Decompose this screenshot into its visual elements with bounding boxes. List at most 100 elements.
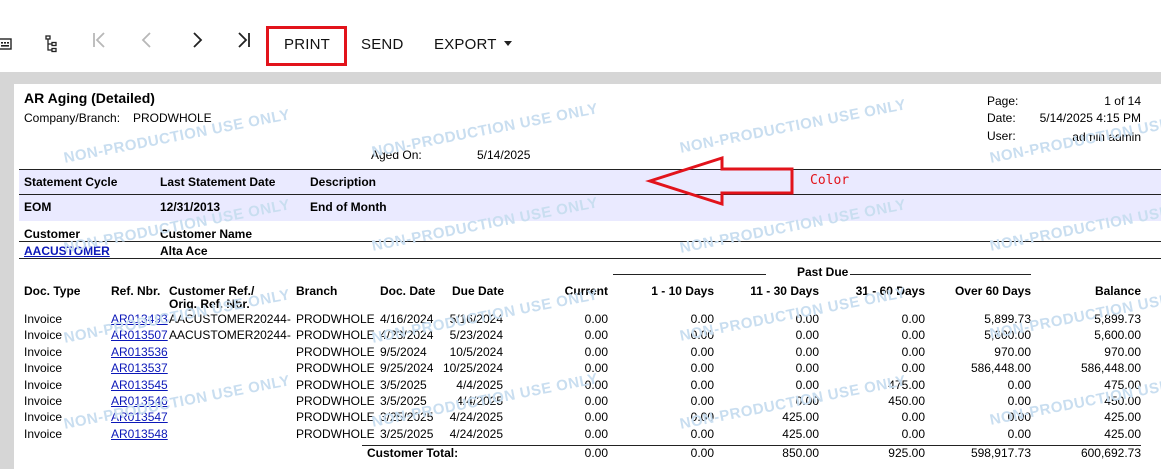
cell-current: 0.00	[584, 410, 608, 425]
cell-31-60-days: 475.00	[888, 377, 925, 392]
total-current: 0.00	[584, 446, 608, 460]
user-label: User:	[987, 129, 1016, 143]
next-page-icon[interactable]	[191, 31, 203, 55]
cell-over-60-days: 5,899.73	[984, 312, 1031, 326]
previous-page-icon[interactable]	[141, 31, 153, 55]
cell-branch: PRODWHOLE	[296, 344, 375, 359]
cell-31-60-days: 0.00	[901, 361, 925, 376]
page-label: Page:	[987, 94, 1019, 108]
date-value: 5/14/2025 4:15 PM	[1039, 111, 1141, 125]
col-branch: Branch	[296, 284, 338, 298]
col-31-60-days: 31 - 60 Days	[855, 284, 925, 298]
toolbar: PRINT SEND EXPORT	[0, 0, 1161, 72]
viewer-side	[0, 84, 14, 469]
cell-ref-nbr[interactable]: AR013546	[111, 394, 168, 408]
customer-header: Customer	[24, 227, 81, 241]
cell-1-10-days: 0.00	[690, 328, 714, 343]
cell-doc-type: Invoice	[24, 361, 63, 376]
cell-current: 0.00	[584, 328, 608, 343]
cell-balance: 5,899.73	[1094, 312, 1141, 326]
cell-1-10-days: 0.00	[690, 394, 714, 408]
cell-due-date: 10/5/2024	[449, 344, 503, 359]
send-button[interactable]: SEND	[361, 36, 403, 53]
tree-icon[interactable]	[42, 34, 60, 54]
customer-link[interactable]: AACUSTOMER	[24, 244, 110, 258]
cell-1-10-days: 0.00	[690, 312, 714, 326]
cell-doc-date: 4/16/2024	[380, 312, 434, 326]
cell-doc-type: Invoice	[24, 426, 63, 441]
cell-doc-date: 3/25/2025	[380, 410, 434, 425]
viewer-background	[0, 72, 1161, 84]
cell-branch: PRODWHOLE	[296, 312, 375, 326]
cell-31-60-days: 0.00	[901, 328, 925, 343]
cell-ref-nbr[interactable]: AR013545	[111, 378, 168, 392]
cell-doc-date: 3/25/2025	[380, 426, 434, 441]
col-ref-nbr: Ref. Nbr.	[111, 284, 161, 298]
cell-over-60-days: 5,600.00	[984, 328, 1031, 343]
cell-current: 0.00	[584, 361, 608, 376]
cell-ref-nbr[interactable]: AR013547	[111, 410, 168, 424]
cell-doc-type: Invoice	[24, 377, 63, 392]
cell-doc-date: 4/23/2024	[380, 328, 434, 343]
description-value: End of Month	[310, 200, 387, 214]
past-due-line-left	[613, 274, 766, 275]
last-page-icon[interactable]	[236, 31, 252, 55]
cell-1-10-days: 0.00	[690, 426, 714, 441]
cell-11-30-days: 0.00	[795, 377, 819, 392]
cell-doc-type: Invoice	[24, 328, 63, 343]
cell-doc-type: Invoice	[24, 344, 63, 359]
cell-ref-nbr[interactable]: AR013536	[111, 345, 168, 359]
col-doc-date: Doc. Date	[380, 284, 436, 298]
statement-cycle-header: Statement Cycle	[24, 175, 118, 189]
cell-31-60-days: 0.00	[901, 410, 925, 425]
cell-11-30-days: 425.00	[782, 410, 819, 425]
total-11-30-days: 850.00	[782, 446, 819, 460]
customer-name-header: Customer Name	[160, 227, 253, 241]
total-balance: 600,692.73	[1080, 446, 1141, 460]
cell-current: 0.00	[584, 394, 608, 408]
total-1-10-days: 0.00	[690, 446, 714, 460]
cell-balance: 970.00	[1104, 344, 1141, 359]
aged-on-value: 5/14/2025	[477, 148, 531, 162]
cell-31-60-days: 0.00	[901, 312, 925, 326]
first-page-icon[interactable]	[91, 31, 107, 55]
annotation-label: Color	[810, 173, 850, 188]
cell-1-10-days: 0.00	[690, 344, 714, 359]
past-due-line-right	[850, 274, 1031, 275]
divider	[19, 169, 1161, 170]
cell-doc-date: 9/5/2024	[380, 344, 427, 359]
cell-11-30-days: 0.00	[795, 328, 819, 343]
annotation-arrow-icon	[645, 155, 794, 207]
cell-balance: 450.00	[1104, 394, 1141, 408]
print-button[interactable]: PRINT	[284, 36, 330, 53]
company-label: Company/Branch:	[24, 111, 121, 125]
cell-ref-nbr[interactable]: AR013507	[111, 328, 168, 342]
date-label: Date:	[987, 111, 1016, 125]
total-31-60-days: 925.00	[888, 446, 925, 460]
cell-ref-nbr[interactable]: AR013537	[111, 361, 168, 375]
cell-doc-type: Invoice	[24, 394, 63, 408]
cell-31-60-days: 450.00	[888, 394, 925, 408]
cell-over-60-days: 0.00	[1007, 377, 1031, 392]
cell-doc-type: Invoice	[24, 410, 63, 425]
cell-ref-nbr[interactable]: AR013548	[111, 427, 168, 441]
cell-ref-nbr[interactable]: AR013493	[111, 312, 168, 326]
customer-total-label: Customer Total:	[367, 446, 459, 460]
description-header: Description	[310, 175, 377, 189]
col-balance: Balance	[1094, 284, 1141, 298]
cell-current: 0.00	[584, 377, 608, 392]
caret-down-icon	[503, 41, 512, 46]
export-button[interactable]: EXPORT	[434, 36, 512, 53]
cell-due-date: 5/23/2024	[449, 328, 503, 343]
report-viewer: PRINT SEND EXPORT AR Aging (Detailed) Co…	[0, 0, 1161, 469]
cell-31-60-days: 0.00	[901, 426, 925, 441]
keyboard-icon[interactable]	[0, 34, 14, 54]
cell-31-60-days: 0.00	[901, 344, 925, 359]
cell-1-10-days: 0.00	[690, 410, 714, 425]
col-doc-type: Doc. Type	[24, 284, 81, 298]
col-orig-ref: Orig. Ref. Nbr.	[169, 297, 250, 311]
cell-11-30-days: 0.00	[795, 344, 819, 359]
divider	[19, 241, 1161, 242]
cell-due-date: 4/4/2025	[456, 377, 503, 392]
col-over-60-days: Over 60 Days	[954, 284, 1031, 298]
